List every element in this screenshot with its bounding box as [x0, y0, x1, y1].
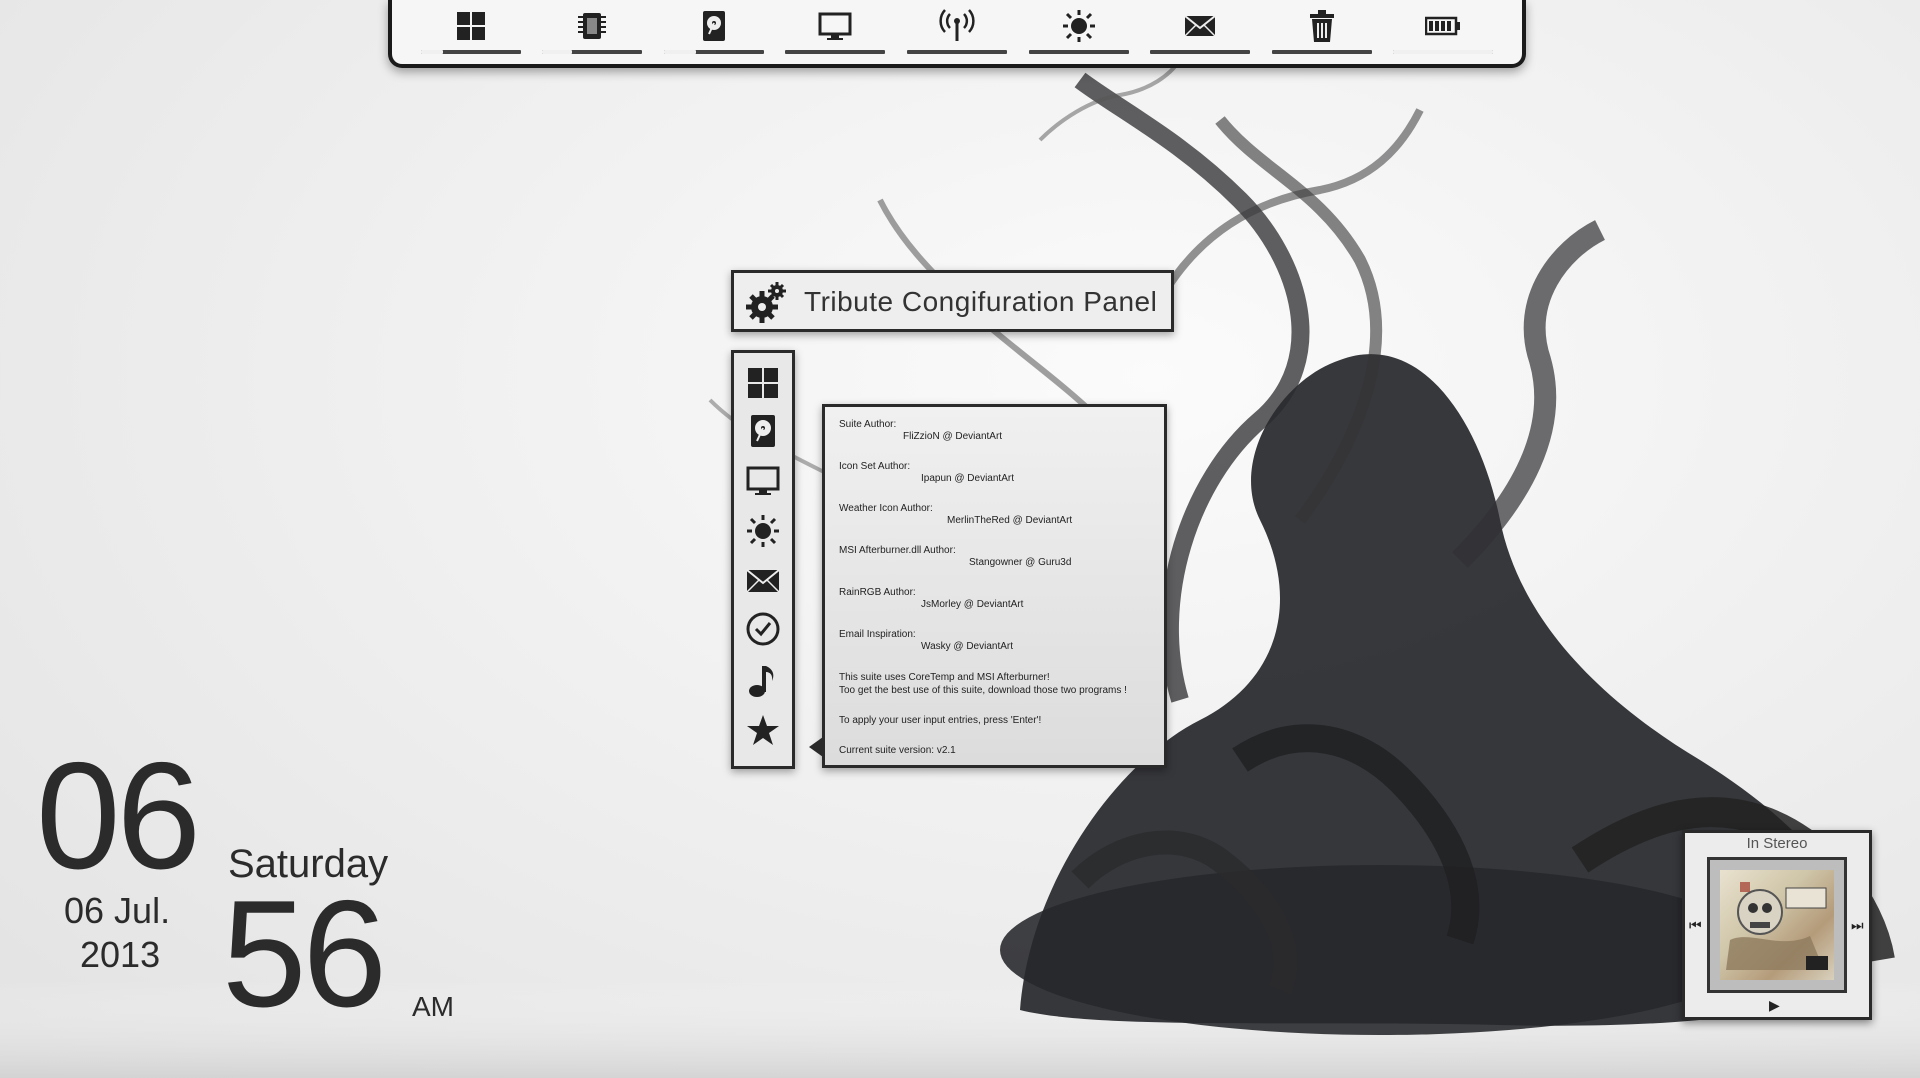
gears-icon: [746, 282, 786, 323]
taskbar-battery[interactable]: [1393, 0, 1494, 62]
dependency-note-line2: Too get the best use of this suite, down…: [839, 685, 1127, 696]
credit-entry: MSI Afterburner.dll Author: Stangowner @…: [839, 545, 1071, 568]
credit-entry: Icon Set Author: Ipapun @ DeviantArt: [839, 461, 1014, 484]
wireless-usage-bar: [906, 50, 1007, 54]
player-title: In Stereo: [1746, 835, 1808, 852]
weather-bar: [1028, 50, 1129, 54]
weather-sun-icon: [1062, 10, 1095, 42]
play-button[interactable]: ▶: [1769, 997, 1780, 1014]
enter-note: To apply your user input entries, press …: [839, 715, 1042, 726]
harddrive-icon: [751, 415, 775, 447]
menu-item-clock[interactable]: [745, 611, 781, 647]
clock-year: 2013: [80, 934, 161, 975]
clock-minute: 56: [222, 869, 387, 1039]
clock-date: 06 Jul.: [64, 890, 171, 931]
credit-value: MerlinTheRed @ DeviantArt: [947, 515, 1073, 526]
credit-label: Weather Icon Author:: [839, 503, 933, 514]
panel-pointer: [809, 737, 823, 757]
weather-sun-icon: [747, 515, 779, 547]
clock-hour: 06: [36, 731, 201, 901]
credit-value: Stangowner @ Guru3d: [969, 557, 1072, 568]
battery-icon: [1425, 16, 1461, 36]
version-text: Current suite version: v2.1: [839, 745, 956, 756]
cpu-icon: [578, 13, 607, 39]
album-art-graphic: [1726, 882, 1828, 970]
taskbar-recycle-bin[interactable]: [1271, 0, 1372, 62]
menu-item-monitor[interactable]: [745, 463, 781, 499]
mail-bar: [1150, 50, 1251, 54]
music-player: In Stereo ⏮ ⏭ ▶: [1682, 830, 1872, 1020]
harddrive-usage-bar: [663, 50, 764, 54]
credits-panel: Suite Author: FliZzioN @ DeviantArt Icon…: [809, 404, 1167, 768]
credit-value: JsMorley @ DeviantArt: [921, 599, 1024, 610]
config-side-menu: [731, 350, 795, 769]
credit-label: RainRGB Author:: [839, 587, 916, 598]
taskbar-windows[interactable]: [420, 0, 521, 62]
config-panel-title: Tribute Congifuration Panel: [804, 286, 1158, 317]
menu-item-music[interactable]: [745, 663, 781, 699]
wireless-icon: [939, 9, 975, 41]
windows-icon: [748, 368, 778, 398]
music-note-icon: [749, 666, 774, 697]
top-taskbar: [388, 0, 1526, 68]
config-panel-header: Tribute Congifuration Panel: [731, 270, 1174, 332]
menu-item-weather[interactable]: [745, 513, 781, 549]
credit-value: FliZzioN @ DeviantArt: [903, 431, 1003, 442]
credit-label: Suite Author:: [839, 419, 897, 430]
monitor-icon: [818, 12, 852, 40]
credit-label: MSI Afterburner.dll Author:: [839, 545, 956, 556]
credit-label: Icon Set Author:: [839, 461, 911, 472]
cpu-usage-bar: [542, 50, 643, 54]
previous-track-button[interactable]: ⏮: [1689, 917, 1702, 934]
album-art-frame[interactable]: [1707, 857, 1847, 993]
star-icon: [747, 715, 779, 745]
credit-label: Email Inspiration:: [839, 629, 916, 640]
taskbar-harddrive[interactable]: [663, 0, 764, 62]
monitor-usage-bar: [785, 50, 886, 54]
credit-entry: Suite Author: FliZzioN @ DeviantArt: [839, 419, 1002, 442]
menu-item-favorites[interactable]: [745, 713, 781, 749]
taskbar-monitor[interactable]: [785, 0, 886, 62]
taskbar-cpu[interactable]: [542, 0, 643, 62]
credit-value: Wasky @ DeviantArt: [921, 641, 1014, 652]
menu-item-windows[interactable]: [745, 365, 781, 401]
mail-icon: [1184, 15, 1216, 37]
clock-ampm: AM: [412, 991, 454, 1022]
recycle-bin-icon: [1309, 10, 1334, 42]
next-track-button[interactable]: ⏭: [1851, 917, 1864, 934]
album-art: [1720, 870, 1834, 980]
credit-entry: Weather Icon Author: MerlinTheRed @ Devi…: [839, 503, 1072, 526]
taskbar-wireless[interactable]: [906, 0, 1007, 62]
taskbar-mail[interactable]: [1150, 0, 1251, 62]
windows-icon: [456, 12, 485, 40]
menu-item-mail[interactable]: [745, 563, 781, 599]
windows-usage-bar: [420, 50, 521, 54]
dependency-note-line1: This suite uses CoreTemp and MSI Afterbu…: [839, 672, 1050, 683]
taskbar-weather[interactable]: [1028, 0, 1129, 62]
battery-bar: [1393, 50, 1494, 54]
credit-entry: RainRGB Author: JsMorley @ DeviantArt: [839, 587, 1023, 610]
clock-icon: [746, 612, 780, 646]
credit-value: Ipapun @ DeviantArt: [921, 473, 1014, 484]
monitor-icon: [746, 466, 780, 495]
harddrive-icon: [702, 11, 725, 41]
menu-item-harddrive[interactable]: [745, 413, 781, 449]
mail-icon: [746, 569, 780, 593]
credit-entry: Email Inspiration: Wasky @ DeviantArt: [839, 629, 1013, 652]
recycle-bin-bar: [1271, 50, 1372, 54]
